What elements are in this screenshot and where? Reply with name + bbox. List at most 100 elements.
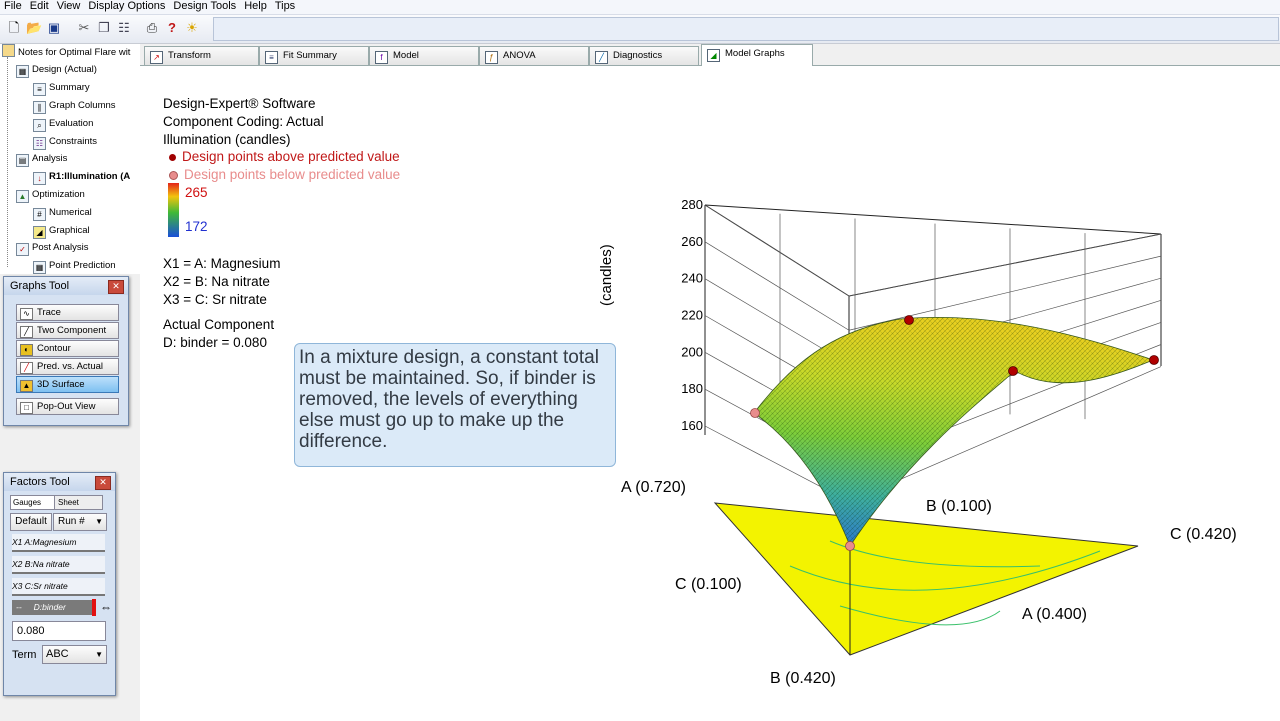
- menu-bar: File Edit View Display Options Design Tools H…: [0, 0, 1280, 15]
- close-icon[interactable]: ✕: [108, 280, 124, 294]
- tree-r1-illumination[interactable]: ↓ R1:Illumination (A: [33, 169, 130, 185]
- folder-icon: [2, 44, 15, 57]
- open-icon[interactable]: 📂: [26, 20, 42, 36]
- z-tick-label: 160: [681, 418, 703, 433]
- tab-anova[interactable]: ƒ ANOVA: [479, 46, 589, 65]
- tree-optimization[interactable]: ▲ Optimization: [16, 187, 85, 203]
- trace-button[interactable]: ∿ Trace: [16, 304, 119, 321]
- design-point-above: [1008, 366, 1018, 376]
- model-graphs-icon: ◢: [707, 49, 720, 62]
- gauge-slider-handle[interactable]: [92, 599, 96, 616]
- z-tick-label: 240: [681, 271, 703, 286]
- vertex-label-b-bottom: B (0.420): [770, 670, 836, 687]
- help-icon[interactable]: ?: [164, 20, 180, 36]
- anova-icon: ƒ: [485, 51, 498, 64]
- graphs-tool-panel: Graphs Tool ✕ ∿ Trace ╱ Two Component ◐ Con…: [3, 276, 129, 426]
- point-prediction-icon: ▦: [33, 261, 46, 274]
- menu-edit[interactable]: Edit: [26, 0, 53, 13]
- tab-model[interactable]: f Model: [369, 46, 479, 65]
- numerical-icon: #: [33, 208, 46, 221]
- optimization-icon: ▲: [16, 190, 29, 203]
- tip-icon[interactable]: ☀: [184, 20, 200, 36]
- factor-a-gauge[interactable]: X1 A:Magnesium: [12, 534, 105, 552]
- z-tick-label: 280: [681, 197, 703, 212]
- tree-analysis[interactable]: ▤ Analysis: [16, 151, 67, 167]
- evaluation-icon: ⌕: [33, 119, 46, 132]
- z-tick-label: 260: [681, 234, 703, 249]
- cut-icon[interactable]: ✂: [76, 20, 92, 36]
- design-tree: Notes for Optimal Flare wit ▦ Design (Act…: [0, 44, 141, 274]
- run-select[interactable]: Run # ▼: [53, 513, 107, 531]
- tree-summary[interactable]: ≡ Summary: [33, 80, 90, 96]
- vertex-label-b-top: B (0.100): [926, 498, 992, 515]
- default-button[interactable]: Default: [10, 513, 52, 531]
- tree-design[interactable]: ▦ Design (Actual): [16, 62, 97, 78]
- analysis-icon: ▤: [16, 154, 29, 167]
- grid-line: [704, 204, 850, 297]
- grid-line: [848, 233, 1162, 297]
- tab-transform[interactable]: ↗ Transform: [144, 46, 259, 65]
- vertex-label-c-left: C (0.100): [675, 576, 742, 593]
- two-component-button[interactable]: ╱ Two Component: [16, 322, 119, 339]
- tree-evaluation[interactable]: ⌕ Evaluation: [33, 116, 93, 132]
- term-label: Term: [12, 649, 37, 661]
- pop-out-view-button[interactable]: □ Pop-Out View: [16, 398, 119, 415]
- menu-tips[interactable]: Tips: [271, 0, 299, 13]
- tree-graph-columns[interactable]: ∥ Graph Columns: [33, 98, 116, 114]
- sheet-tab[interactable]: Sheet: [54, 495, 103, 510]
- vertex-label-a-right: A (0.400): [1022, 606, 1087, 623]
- grid-line: [848, 255, 1162, 331]
- 3d-surface-button[interactable]: ▲ 3D Surface: [16, 376, 119, 393]
- contour-icon: ◐: [20, 344, 33, 356]
- factor-value-input[interactable]: 0.080: [12, 621, 106, 641]
- vertex-label-a-top: A (0.720): [621, 479, 686, 496]
- chevron-down-icon: ▼: [95, 650, 103, 659]
- grid-icon: ▦: [16, 65, 29, 78]
- model-icon: f: [375, 51, 388, 64]
- z-axis-label: (candles): [598, 244, 615, 306]
- graph-columns-icon: ∥: [33, 101, 46, 114]
- grid-line: [704, 241, 850, 331]
- term-select[interactable]: ABC ▼: [42, 645, 107, 664]
- z-axis-ticks: 280 260 240 220 200 180 160: [681, 197, 703, 433]
- chevron-down-icon: ▼: [95, 517, 103, 526]
- tree-root[interactable]: Notes for Optimal Flare wit: [2, 44, 130, 59]
- factor-b-gauge[interactable]: X2 B:Na nitrate: [12, 556, 105, 574]
- menu-design-tools[interactable]: Design Tools: [169, 0, 240, 13]
- tree-graphical[interactable]: ◢ Graphical: [33, 223, 90, 239]
- tree-point-prediction[interactable]: ▦ Point Prediction: [33, 258, 116, 274]
- view-tabs: ↗ Transform ≡ Fit Summary f Model ƒ ANOVA ╱ D…: [140, 44, 1280, 66]
- summary-icon: ≡: [33, 83, 46, 96]
- menu-view[interactable]: View: [53, 0, 85, 13]
- transform-icon: ↗: [150, 51, 163, 64]
- tab-fit-summary[interactable]: ≡ Fit Summary: [259, 46, 369, 65]
- tree-post-analysis[interactable]: ✓ Post Analysis: [16, 240, 89, 256]
- resize-arrow-icon: ⇔: [100, 600, 112, 614]
- callout-note: In a mixture design, a constant total mu…: [294, 343, 616, 467]
- copy-icon[interactable]: ❐: [96, 20, 112, 36]
- menu-file[interactable]: File: [0, 0, 26, 13]
- factor-d-gauge[interactable]: -- D:binder: [12, 600, 94, 615]
- tab-model-graphs[interactable]: ◢ Model Graphs: [701, 44, 813, 66]
- fit-summary-icon: ≡: [265, 51, 278, 64]
- factor-c-gauge[interactable]: X3 C:Sr nitrate: [12, 578, 105, 596]
- tab-diagnostics[interactable]: ╱ Diagnostics: [589, 46, 699, 65]
- contour-button[interactable]: ◐ Contour: [16, 340, 119, 357]
- tree-constraints[interactable]: ☷ Constraints: [33, 134, 97, 150]
- close-icon[interactable]: ✕: [95, 476, 111, 490]
- save-icon[interactable]: ▣: [46, 20, 62, 36]
- paste-icon[interactable]: ☷: [116, 20, 132, 36]
- post-analysis-icon: ✓: [16, 243, 29, 256]
- two-component-icon: ╱: [20, 326, 33, 338]
- design-point-above: [1149, 355, 1159, 365]
- menu-display-options[interactable]: Display Options: [84, 0, 169, 13]
- gauges-tab[interactable]: Gauges: [10, 495, 56, 510]
- print-icon[interactable]: ⎙: [144, 20, 160, 36]
- box-top-back: [704, 204, 1162, 235]
- trace-icon: ∿: [20, 308, 33, 320]
- diagnostics-icon: ╱: [595, 51, 608, 64]
- menu-help[interactable]: Help: [240, 0, 271, 13]
- tree-numerical[interactable]: # Numerical: [33, 205, 92, 221]
- new-icon[interactable]: 🗋: [6, 20, 22, 36]
- pred-vs-actual-button[interactable]: ╱ Pred. vs. Actual: [16, 358, 119, 375]
